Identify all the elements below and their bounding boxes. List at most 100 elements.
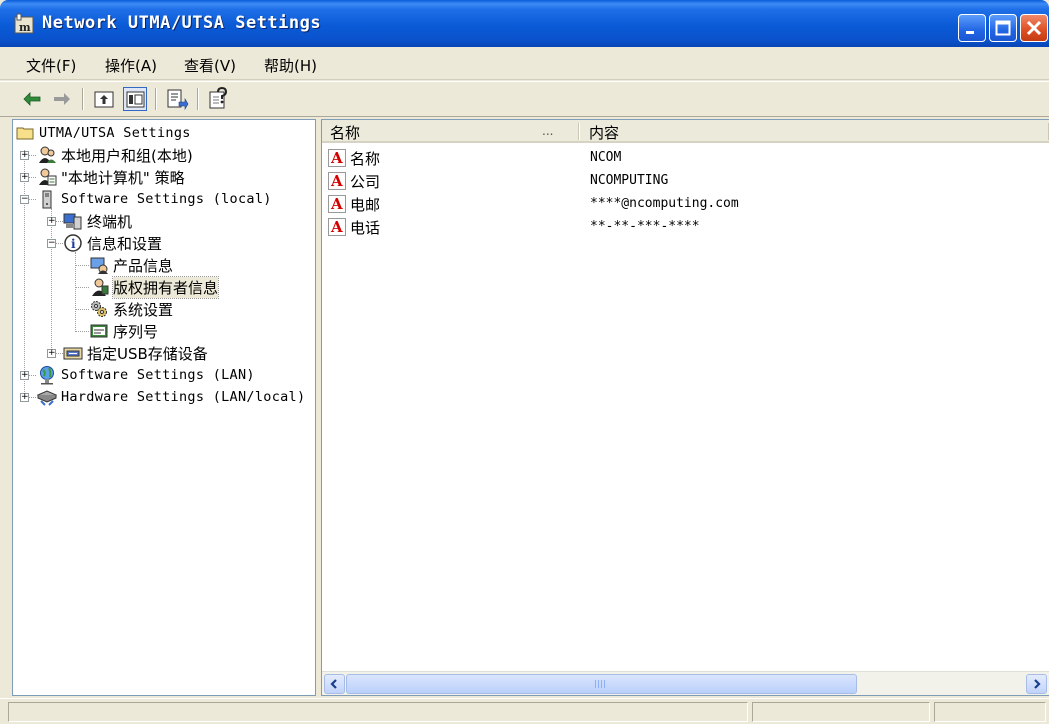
tree-item-label: "本地计算机" 策略	[61, 168, 185, 187]
tree-item-label: 版权拥有者信息	[111, 275, 220, 299]
tree-item-label: Software Settings (LAN)	[61, 367, 255, 383]
tree-connector	[75, 265, 89, 266]
computer-tower-icon	[42, 190, 52, 209]
tree-item-local-users[interactable]: 本地用户和组(本地)	[37, 145, 193, 165]
expand-toggle[interactable]: +	[20, 151, 29, 160]
up-level-button[interactable]	[92, 87, 116, 111]
tree-item-label: 指定USB存储设备	[87, 344, 208, 363]
tree-item-usb-storage[interactable]: 指定USB存储设备	[63, 343, 208, 363]
scroll-thumb[interactable]	[346, 674, 857, 694]
list-pane[interactable]: 名称 ... 内容 A 名称 NCOM A 公司 NCOMPUTING A 电邮…	[321, 119, 1049, 696]
expand-toggle[interactable]: +	[20, 371, 29, 380]
collapse-toggle[interactable]: −	[20, 195, 29, 204]
info-icon: i	[64, 234, 82, 252]
tree-connector	[24, 150, 25, 400]
string-value-icon: A	[328, 149, 346, 167]
menu-view[interactable]: 查看(V)	[184, 55, 236, 76]
tree-item-terminal[interactable]: 终端机	[63, 211, 132, 231]
tree-item-label: Software Settings (local)	[61, 191, 272, 207]
show-tree-icon	[126, 91, 145, 108]
tree-item-system-settings[interactable]: 系统设置	[89, 299, 173, 319]
menu-file[interactable]: 文件(F)	[26, 55, 76, 76]
svg-text:m: m	[19, 21, 31, 34]
tree-item-label: Hardware Settings (LAN/local)	[61, 389, 306, 405]
export-list-button[interactable]	[165, 87, 189, 111]
back-arrow-icon	[23, 92, 41, 106]
forward-button[interactable]	[50, 87, 74, 111]
string-value-icon: A	[328, 195, 346, 213]
tree-connector	[51, 208, 52, 354]
title-bar[interactable]: m Network UTMA/UTSA Settings	[0, 0, 1049, 47]
tree-item-info-settings[interactable]: i 信息和设置	[63, 233, 162, 253]
scroll-right-button[interactable]	[1026, 674, 1047, 694]
column-header-content[interactable]: 内容	[589, 122, 619, 143]
horizontal-scrollbar[interactable]	[322, 671, 1049, 695]
expand-toggle[interactable]: +	[47, 217, 56, 226]
tree-item-copyright-info[interactable]: 版权拥有者信息	[89, 275, 220, 299]
list-item[interactable]: A 名称 NCOM	[328, 147, 1048, 169]
tree-item-serial-number[interactable]: 序列号	[89, 321, 158, 341]
app-icon: m	[14, 13, 34, 34]
tree-item-root[interactable]: UTMA/UTSA Settings	[15, 123, 191, 143]
folder-icon	[16, 127, 34, 140]
tree-item-software-local[interactable]: Software Settings (local)	[37, 189, 272, 209]
minimize-button[interactable]	[958, 14, 986, 42]
string-value-icon: A	[328, 172, 346, 190]
close-button[interactable]	[1020, 14, 1048, 42]
list-item[interactable]: A 电话 **-**-***-****	[328, 216, 1048, 238]
tree-item-label: 序列号	[113, 322, 159, 341]
list-item-name: 名称	[350, 150, 381, 168]
toolbar-separator	[82, 88, 84, 110]
back-button[interactable]	[20, 87, 44, 111]
expand-toggle[interactable]: +	[20, 173, 29, 182]
list-item-name: 电话	[350, 219, 381, 237]
hardware-network-icon	[37, 390, 57, 406]
usb-storage-icon	[63, 347, 83, 360]
list-item-value: NCOM	[590, 150, 622, 165]
list-item-value: **-**-***-****	[590, 219, 700, 234]
help-button[interactable]	[207, 86, 231, 111]
product-info-icon	[90, 257, 108, 274]
string-value-icon: A	[328, 218, 346, 236]
list-item[interactable]: A 公司 NCOMPUTING	[328, 170, 1048, 192]
tree-item-label: 信息和设置	[87, 234, 163, 253]
collapse-toggle[interactable]: −	[47, 239, 56, 248]
menu-action[interactable]: 操作(A)	[105, 55, 157, 76]
menu-help[interactable]: 帮助(H)	[264, 55, 317, 76]
tree-item-software-lan[interactable]: Software Settings (LAN)	[37, 365, 255, 385]
expand-toggle[interactable]: +	[47, 349, 56, 358]
status-pane	[934, 702, 1046, 722]
tree-item-hardware-lan[interactable]: Hardware Settings (LAN/local)	[37, 387, 305, 407]
tree-item-label: 终端机	[87, 212, 133, 231]
up-folder-icon	[94, 91, 114, 108]
tree-item-label: 系统设置	[113, 300, 174, 319]
tree-connector	[75, 287, 89, 288]
users-icon	[39, 146, 56, 163]
expand-toggle[interactable]: +	[20, 393, 29, 402]
tree-item-product-info[interactable]: 产品信息	[89, 255, 173, 275]
tree-pane[interactable]: + + − + − + + + UTMA/UTSA Settings 本地用户和…	[12, 119, 316, 696]
close-icon	[1026, 20, 1042, 36]
forward-arrow-icon	[54, 93, 70, 105]
export-list-icon	[167, 89, 189, 111]
scroll-grip	[595, 680, 607, 688]
column-resize-handle[interactable]	[578, 123, 580, 140]
gears-icon	[91, 301, 107, 317]
svg-text:i: i	[71, 237, 76, 251]
scroll-left-button[interactable]	[324, 674, 345, 694]
tree-item-label: UTMA/UTSA Settings	[39, 125, 191, 141]
tree-item-local-policy[interactable]: "本地计算机" 策略	[37, 167, 185, 187]
chevron-right-icon	[1034, 679, 1041, 689]
list-item-value: NCOMPUTING	[590, 173, 669, 188]
tree-connector	[75, 252, 76, 332]
show-tree-button[interactable]	[123, 87, 147, 111]
tree-connector	[75, 309, 89, 310]
maximize-button[interactable]	[989, 14, 1017, 42]
help-icon	[209, 86, 228, 109]
maximize-icon	[995, 20, 1011, 36]
list-item[interactable]: A 电邮 ****@ncomputing.com	[328, 193, 1048, 215]
list-item-value: ****@ncomputing.com	[590, 196, 739, 211]
chevron-left-icon	[330, 679, 337, 689]
list-header: 名称 ... 内容	[322, 120, 1049, 143]
column-header-name[interactable]: 名称	[330, 122, 360, 143]
